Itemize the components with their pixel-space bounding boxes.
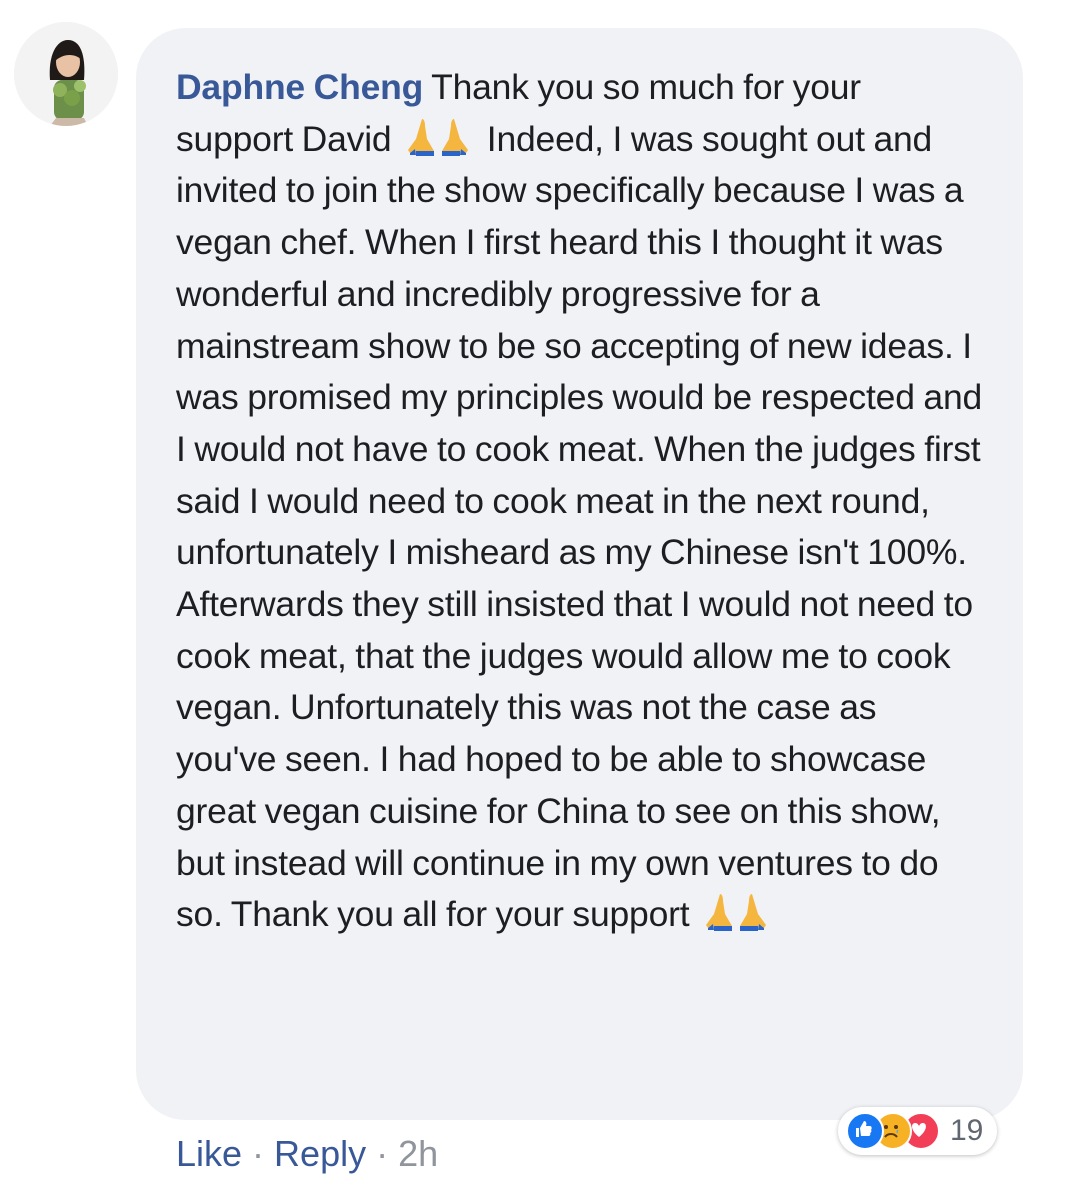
reactions-summary[interactable]: 19 xyxy=(838,1107,998,1155)
separator: · xyxy=(252,1133,265,1174)
comment-actions: Like · Reply · 2h xyxy=(176,1133,438,1175)
comment-body-part-2: Indeed, I was sought out and invited to … xyxy=(176,118,983,935)
comment-bubble: Daphne Cheng Thank you so much for your … xyxy=(136,28,1023,1120)
like-icon xyxy=(846,1112,884,1150)
separator: · xyxy=(376,1133,389,1174)
comment-text: Daphne Cheng Thank you so much for your … xyxy=(176,62,983,941)
avatar[interactable] xyxy=(14,22,118,126)
folded-hands-icon xyxy=(408,117,470,157)
reply-link[interactable]: Reply xyxy=(274,1133,366,1174)
like-link[interactable]: Like xyxy=(176,1133,242,1174)
avatar-image xyxy=(14,22,118,126)
author-name[interactable]: Daphne Cheng xyxy=(176,67,423,107)
reaction-count: 19 xyxy=(950,1114,984,1147)
timestamp[interactable]: 2h xyxy=(398,1133,438,1174)
folded-hands-icon xyxy=(706,892,768,932)
reaction-icons xyxy=(846,1112,940,1150)
comment: Daphne Cheng Thank you so much for your … xyxy=(0,0,1080,1185)
